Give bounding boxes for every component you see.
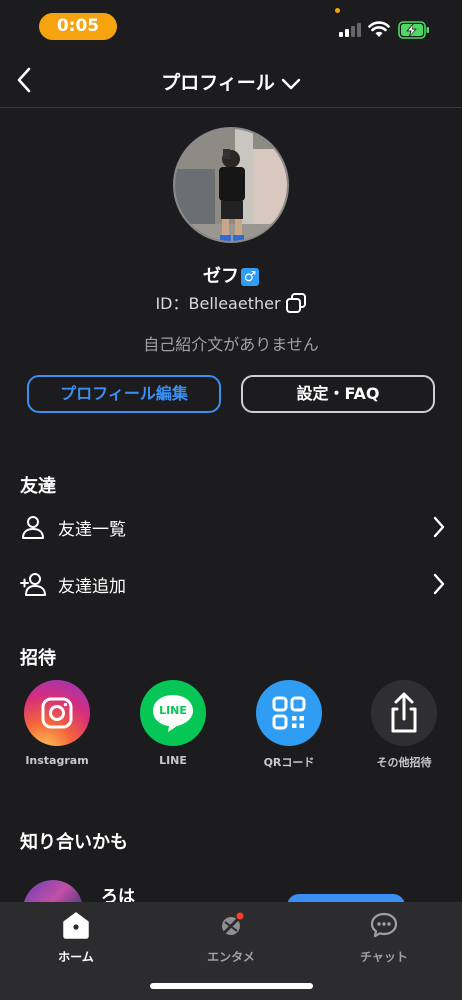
tab-home-label: ホーム — [58, 950, 94, 964]
invite-qr-code[interactable]: QRコード — [249, 680, 329, 770]
friends-section-title: 友達 — [20, 476, 56, 497]
status-bar: 0:05 — [0, 0, 462, 52]
invite-qr-code-label: QRコード — [263, 756, 315, 769]
suggestions-section-title: 知り合いかも — [20, 832, 128, 853]
instagram-icon — [24, 680, 90, 746]
tab-entertainment-label: エンタメ — [207, 950, 255, 964]
person-icon — [22, 516, 44, 539]
avatar-photo — [175, 129, 287, 241]
profile-avatar[interactable] — [173, 127, 289, 243]
invite-instagram-label: Instagram — [25, 754, 89, 767]
home-icon — [63, 912, 89, 939]
edit-profile-button[interactable]: プロフィール編集 — [27, 375, 221, 413]
line-icon-text: LINE — [159, 704, 187, 717]
share-icon — [371, 680, 437, 746]
tab-entertainment[interactable]: エンタメ — [176, 910, 286, 965]
chevron-right-icon — [433, 516, 445, 538]
invite-line-label: LINE — [159, 754, 187, 767]
add-friend-label: 友達追加 — [58, 577, 126, 597]
add-friend-row[interactable]: 友達追加 — [0, 559, 462, 609]
invite-section-title: 招待 — [20, 648, 56, 669]
cellular-signal-icon — [339, 23, 361, 37]
profile-bio: 自己紹介文がありません — [143, 335, 319, 354]
nav-title-dropdown[interactable]: プロフィール — [0, 68, 462, 95]
page-title: プロフィール — [161, 72, 275, 94]
tab-chat[interactable]: チャット — [329, 910, 439, 965]
line-icon: LINE — [140, 680, 206, 746]
privacy-indicator-dot — [335, 8, 340, 13]
tab-home[interactable]: ホーム — [21, 910, 131, 965]
entertainment-icon — [221, 912, 244, 936]
chevron-right-icon — [433, 573, 445, 595]
chat-icon — [370, 912, 398, 938]
male-gender-icon: ♂ — [241, 268, 259, 286]
chevron-down-icon — [281, 78, 301, 89]
navigation-bar: プロフィール — [0, 52, 462, 108]
copy-icon[interactable] — [285, 292, 307, 314]
profile-name: ゼフ — [203, 266, 239, 287]
invite-instagram[interactable]: Instagram — [17, 680, 97, 767]
friends-list-row[interactable]: 友達一覧 — [0, 502, 462, 552]
settings-faq-button[interactable]: 設定・FAQ — [241, 375, 435, 413]
profile-name-row: ゼフ ♂ — [0, 262, 462, 288]
battery-charging-icon — [398, 21, 429, 39]
invite-line[interactable]: LINE LINE — [133, 680, 213, 767]
profile-id: ID：Belleaether — [155, 294, 281, 313]
wifi-icon — [368, 21, 390, 37]
home-indicator — [150, 983, 313, 989]
person-add-icon — [20, 573, 46, 596]
status-time: 0:05 — [39, 13, 117, 40]
qr-code-icon — [256, 680, 322, 746]
invite-other[interactable]: その他招待 — [364, 680, 444, 770]
tab-chat-label: チャット — [360, 950, 408, 964]
profile-id-row: ID：Belleaether — [0, 290, 462, 314]
invite-other-label: その他招待 — [376, 756, 432, 769]
friends-list-label: 友達一覧 — [58, 520, 126, 540]
